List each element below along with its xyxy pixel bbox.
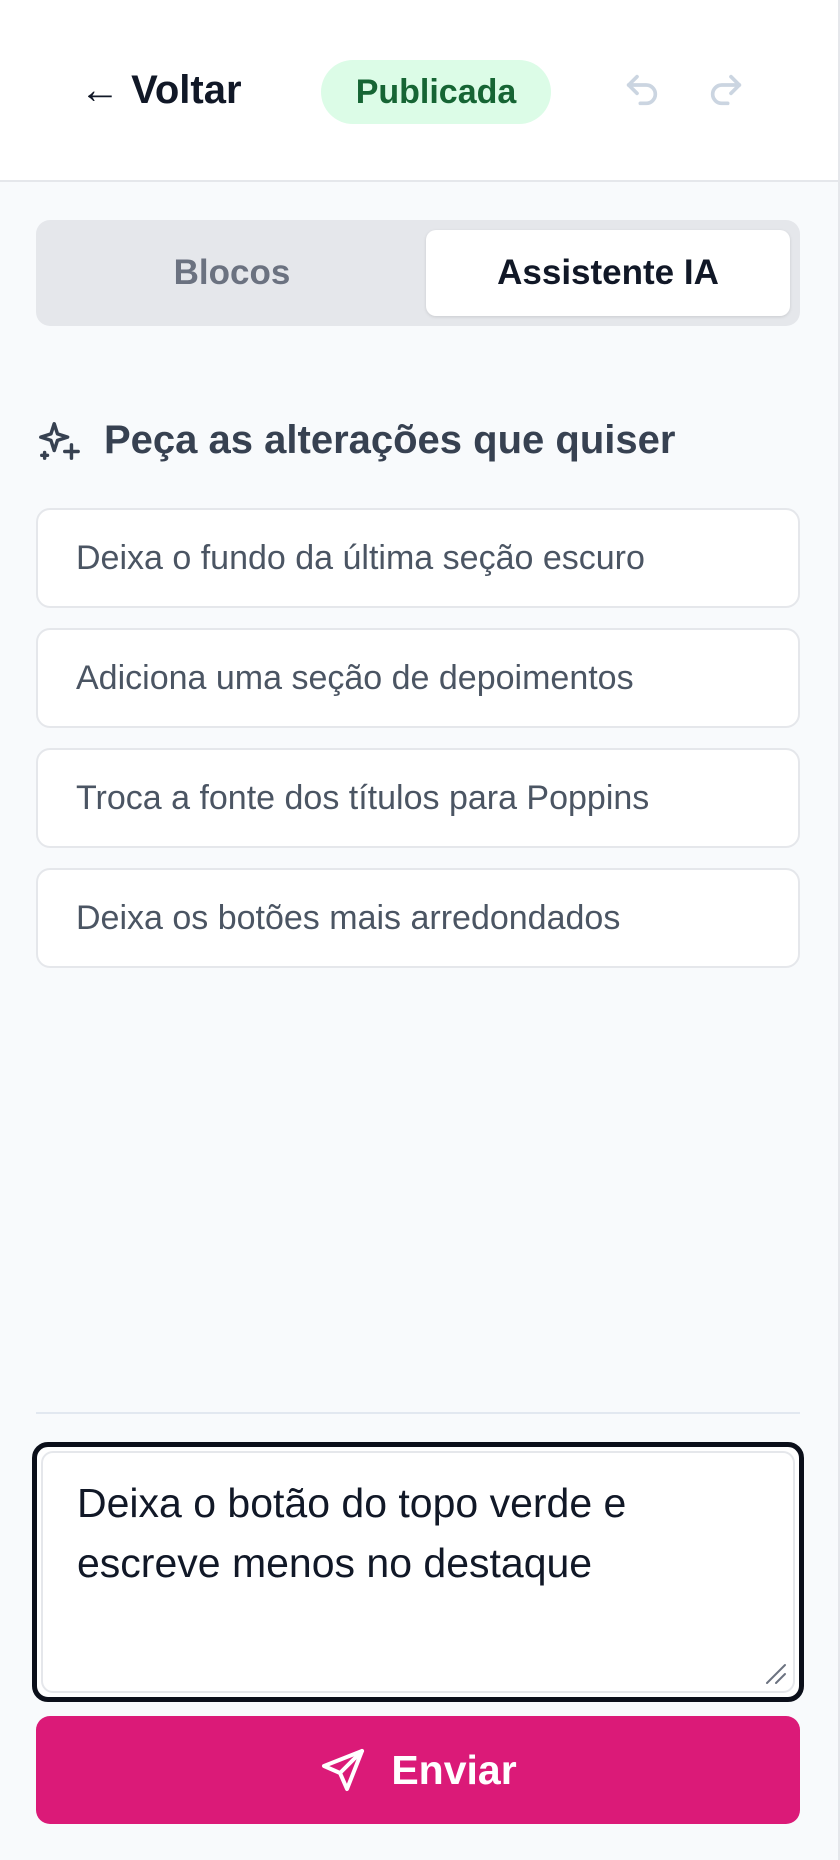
undo-button[interactable] (612, 62, 672, 118)
suggestion-chip[interactable]: Adiciona uma seção de depoimentos (36, 628, 800, 728)
panel-tabs: Blocos Assistente IA (36, 220, 800, 326)
back-label: ← Voltar (80, 67, 242, 112)
send-icon (322, 1749, 365, 1791)
prompt-input[interactable]: Deixa o botão do topo verde e escreve me… (41, 1451, 795, 1693)
send-label: Enviar (391, 1746, 517, 1793)
resize-grip-icon[interactable] (763, 1661, 789, 1687)
top-bar: ← Voltar Publicada (0, 0, 838, 182)
tab-blocos[interactable]: Blocos (46, 230, 418, 316)
assistant-heading: Peça as alterações que quiser (36, 410, 675, 470)
undo-icon (626, 74, 658, 106)
back-button[interactable]: ← Voltar (80, 62, 242, 118)
assistant-title: Peça as alterações que quiser (104, 417, 676, 462)
sparkles-icon (39, 421, 80, 460)
tab-assistente-ia[interactable]: Assistente IA (426, 230, 790, 316)
composer-divider (36, 1412, 800, 1414)
send-button[interactable]: Enviar (36, 1716, 800, 1824)
suggestion-chip[interactable]: Deixa o fundo da última seção escuro (36, 508, 800, 608)
suggestion-chip[interactable]: Troca a fonte dos títulos para Poppins (36, 748, 800, 848)
redo-icon (710, 74, 742, 106)
suggestion-chip[interactable]: Deixa os botões mais arredondados (36, 868, 800, 968)
redo-button[interactable] (696, 62, 756, 118)
editor-panel: ← Voltar Publicada Blocos Assistente IA … (0, 0, 840, 1860)
status-badge: Publicada (321, 60, 551, 124)
prompt-focus-ring: Deixa o botão do topo verde e escreve me… (32, 1442, 804, 1702)
